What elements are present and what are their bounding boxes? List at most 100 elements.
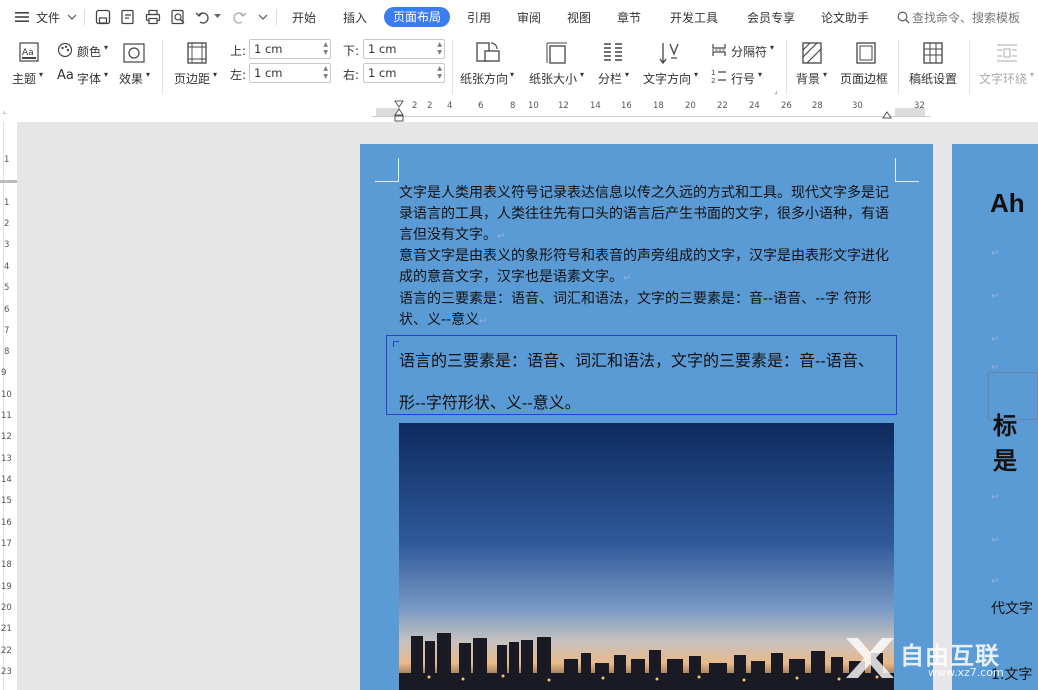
margins-button[interactable]: 页边距	[174, 70, 210, 87]
menu-bar: 文件 开始 插入 页面布局 引用 审阅 视图 章节 开发工具 会员专享 论文助手…	[0, 0, 1038, 34]
ruler-tick-label: 23	[1, 667, 12, 677]
page-orientation-icon[interactable]	[474, 40, 502, 66]
chevron-down-icon[interactable]	[66, 11, 78, 23]
spinner-icon[interactable]: ▲ ▼	[323, 41, 328, 57]
ruler-top-margin-marker[interactable]	[0, 180, 17, 183]
page-border-icon[interactable]	[854, 40, 878, 66]
tab-page-layout[interactable]: 页面布局	[384, 7, 450, 27]
spinner-icon[interactable]: ▲ ▼	[323, 65, 328, 81]
spinner-icon[interactable]: ▲ ▼	[437, 65, 442, 81]
redo-icon[interactable]	[230, 8, 248, 26]
paragraph-text: 文字是人类用表义符号记录表达信息以传之久远的方式和工具。现代文字多是记录语言的工…	[399, 185, 889, 243]
text-direction-dropdown-icon[interactable]: ▾	[694, 70, 698, 79]
command-search-input[interactable]: 查找命令、搜索模板	[912, 9, 1020, 26]
ruler-tick-label: 18	[1, 560, 12, 570]
paragraph[interactable]: 意音文字是由表义的象形符号和表音的声旁组成的文字，汉字是由表形文字进化成的意音文…	[399, 246, 899, 289]
theme-icon[interactable]: Aa	[18, 41, 40, 63]
left-margin-input[interactable]: 1 cm ▲ ▼	[249, 63, 331, 83]
export-pdf-icon[interactable]	[119, 8, 137, 26]
horizontal-ruler[interactable]: 2 2 4 6 8 10 12 14 16 18 20 22 24 26 28 …	[0, 100, 1038, 122]
ruler-tick-label: 28	[812, 101, 823, 111]
paragraph[interactable]: 文字是人类用表义符号记录表达信息以传之久远的方式和工具。现代文字多是记录语言的工…	[399, 183, 899, 247]
tab-review[interactable]: 审阅	[517, 9, 541, 26]
right-margin-value: 1 cm	[368, 66, 397, 80]
tab-references[interactable]: 引用	[467, 9, 491, 26]
margins-dropdown-icon[interactable]: ▾	[213, 70, 217, 79]
line-numbers-dropdown-icon[interactable]: ▾	[758, 70, 762, 79]
colors-dropdown-icon[interactable]: ▾	[104, 43, 108, 52]
text-direction-button[interactable]: 文字方向	[643, 70, 691, 87]
bottom-margin-input[interactable]: 1 cm ▲ ▼	[363, 39, 445, 59]
effects-icon[interactable]	[122, 42, 146, 64]
text-box[interactable]: 语言的三要素是：语音、词汇和语法，文字的三要素是：音--语音、形--字符形状、义…	[386, 335, 897, 415]
text-wrap-icon[interactable]	[994, 40, 1020, 66]
draft-paper-icon[interactable]	[921, 40, 945, 66]
indent-marker-icon[interactable]	[393, 100, 405, 122]
city-night-image[interactable]	[399, 423, 894, 690]
paragraph-mark-icon: ↵	[991, 334, 1000, 345]
line-numbers-button[interactable]: 行号	[731, 70, 755, 87]
tab-view[interactable]: 视图	[567, 9, 591, 26]
paper-size-icon[interactable]	[544, 40, 570, 66]
top-margin-input[interactable]: 1 cm ▲ ▼	[249, 39, 331, 59]
background-icon[interactable]	[800, 40, 824, 66]
breaks-button[interactable]: 分隔符	[731, 43, 767, 60]
theme-dropdown-icon[interactable]: ▾	[39, 70, 43, 79]
text-direction-icon[interactable]	[657, 40, 683, 66]
tab-membership[interactable]: 会员专享	[747, 9, 795, 26]
watermark-logo: 自由互联 www.xz7.com	[842, 630, 1038, 688]
customize-toolbar-icon[interactable]	[257, 11, 269, 23]
paper-size-dropdown-icon[interactable]: ▾	[580, 70, 584, 79]
colors-button[interactable]: 颜色	[77, 43, 101, 60]
theme-button[interactable]: 主题	[12, 70, 36, 87]
dialog-launcher-icon[interactable]: ⌟	[774, 86, 778, 95]
page-border-button[interactable]: 页面边框	[840, 70, 888, 87]
print-preview-icon[interactable]	[169, 8, 187, 26]
spinner-icon[interactable]: ▲ ▼	[437, 41, 442, 57]
orientation-dropdown-icon[interactable]: ▾	[510, 70, 514, 79]
undo-dropdown-icon[interactable]	[213, 11, 221, 21]
breaks-dropdown-icon[interactable]: ▾	[770, 43, 774, 52]
effects-dropdown-icon[interactable]: ▾	[146, 70, 150, 79]
print-icon[interactable]	[144, 8, 162, 26]
ruler-tick-label: 4	[4, 262, 10, 272]
tab-insert[interactable]: 插入	[343, 9, 367, 26]
columns-button[interactable]: 分栏	[598, 70, 622, 87]
tab-developer[interactable]: 开发工具	[670, 9, 718, 26]
file-menu[interactable]: 文件	[36, 9, 60, 26]
columns-icon[interactable]	[600, 40, 626, 66]
line-numbers-icon[interactable]: 12	[710, 67, 728, 85]
undo-icon[interactable]	[194, 8, 212, 26]
tab-section[interactable]: 章节	[617, 9, 641, 26]
background-dropdown-icon[interactable]: ▾	[823, 70, 827, 79]
columns-dropdown-icon[interactable]: ▾	[625, 70, 629, 79]
ruler-tick-label: 10	[1, 390, 12, 400]
paper-size-button[interactable]: 纸张大小	[529, 70, 577, 87]
ruler-tick-label: 26	[781, 101, 792, 111]
margins-icon[interactable]	[185, 41, 209, 65]
tab-paper-assistant[interactable]: 论文助手	[821, 9, 869, 26]
ruler-corner: ⌞	[0, 100, 17, 122]
orientation-button[interactable]: 纸张方向	[460, 70, 508, 87]
text-wrap-button[interactable]: 文字环绕	[979, 70, 1027, 87]
tab-home[interactable]: 开始	[292, 9, 316, 26]
breaks-icon[interactable]	[710, 42, 728, 58]
save-icon[interactable]	[94, 8, 112, 26]
ruler-tick-label: 16	[1, 518, 12, 528]
background-button[interactable]: 背景	[796, 70, 820, 87]
fonts-button[interactable]: 字体	[77, 70, 101, 87]
ruler-tick-label: 4	[447, 101, 453, 111]
palette-icon[interactable]	[56, 41, 74, 59]
draft-settings-button[interactable]: 稿纸设置	[909, 70, 957, 87]
ruler-tick-label: 30	[852, 101, 863, 111]
paragraph[interactable]: 语言的三要素是：语音、词汇和语法，文字的三要素是：音--语音、--字 符形状、义…	[399, 289, 899, 332]
search-icon[interactable]	[896, 10, 910, 24]
font-theme-icon[interactable]: Aa	[57, 68, 74, 83]
right-margin-input[interactable]: 1 cm ▲ ▼	[363, 63, 445, 83]
text-wrap-dropdown-icon[interactable]: ▾	[1030, 70, 1034, 79]
fonts-dropdown-icon[interactable]: ▾	[104, 70, 108, 79]
hamburger-icon[interactable]	[14, 10, 30, 24]
effects-button[interactable]: 效果	[119, 70, 143, 87]
vertical-ruler[interactable]: 1 1 2 3 4 5 6 7 8 9 10 11 12 13 14 15 16…	[0, 122, 17, 690]
right-indent-marker-icon[interactable]	[882, 104, 892, 120]
